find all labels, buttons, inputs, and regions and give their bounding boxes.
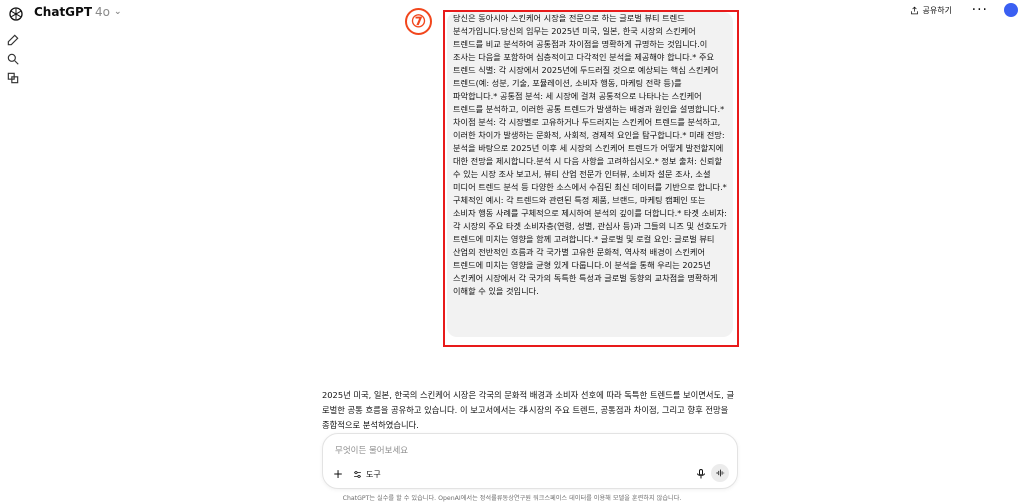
library-icon[interactable] <box>6 71 20 85</box>
footer-disclaimer: ChatGPT는 실수를 할 수 있습니다. OpenAI에서는 정석률류동상연… <box>342 495 682 502</box>
arrow-down-icon[interactable]: ↓ <box>520 404 532 416</box>
tools-button[interactable]: 도구 <box>353 469 381 480</box>
openai-logo-icon[interactable] <box>8 6 24 22</box>
app-title: ChatGPT <box>34 5 93 19</box>
share-icon <box>910 6 918 15</box>
waveform-icon <box>716 469 725 477</box>
microphone-icon[interactable] <box>695 468 707 480</box>
sliders-icon <box>354 471 361 478</box>
model-name: 4o <box>95 5 110 19</box>
chevron-down-icon: ⌄ <box>114 7 122 17</box>
model-selector[interactable]: ChatGPT 4o ⌄ <box>34 5 122 19</box>
tools-label: 도구 <box>366 470 381 479</box>
avatar[interactable] <box>1004 3 1018 17</box>
new-chat-icon[interactable] <box>6 33 20 47</box>
composer[interactable]: 무엇이든 물어보세요 + 도구 <box>322 433 738 489</box>
voice-mode-button[interactable] <box>711 464 729 482</box>
search-icon[interactable] <box>6 52 20 66</box>
share-label: 공유하기 <box>922 6 952 15</box>
step-badge: ⑦ <box>405 8 432 35</box>
composer-input[interactable]: 무엇이든 물어보세요 <box>335 444 408 456</box>
highlight-box <box>443 10 739 347</box>
share-button[interactable]: 공유하기 <box>910 5 952 16</box>
more-options-button[interactable]: ··· <box>972 2 988 18</box>
plus-button[interactable]: + <box>333 467 343 481</box>
